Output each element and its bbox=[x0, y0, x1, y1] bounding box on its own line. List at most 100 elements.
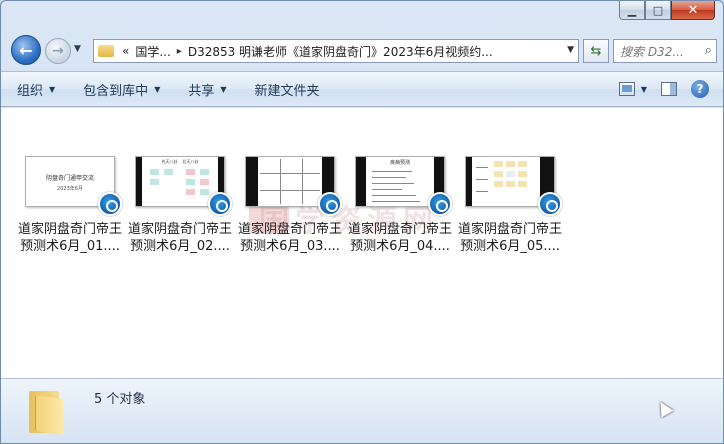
text-line bbox=[372, 201, 420, 202]
trigram-cell bbox=[186, 189, 195, 195]
chart-cell bbox=[518, 181, 527, 187]
command-bar: 组织 ▼ 包含到库中 ▼ 共享 ▼ 新建文件夹 ▼ ? bbox=[1, 71, 723, 107]
help-icon[interactable]: ? bbox=[691, 80, 709, 98]
grid-line bbox=[260, 190, 320, 191]
breadcrumb-item-guoxue[interactable]: 国学... bbox=[135, 43, 170, 60]
trigram-cell bbox=[164, 169, 173, 175]
trigram-cell bbox=[200, 189, 209, 195]
new-folder-button[interactable]: 新建文件夹 bbox=[255, 80, 320, 99]
maximize-button[interactable]: □ bbox=[645, 1, 671, 20]
text-line bbox=[372, 189, 402, 190]
trigram-cell bbox=[200, 169, 209, 175]
file-list-area[interactable]: 国学资源网 阴盘奇门通甲交流 2023年6月 道家阴盘奇门帝王 预测术6月_01… bbox=[1, 108, 723, 378]
search-placeholder: 搜索 D32... bbox=[620, 44, 684, 59]
file-name-line2: 预测术6月_02.... bbox=[130, 239, 230, 254]
refresh-button[interactable]: ⇆ bbox=[583, 39, 609, 63]
navigation-row: ← → ▼ « 国学... ▸ D32853 明谦老师《道家阴盘奇门》2023年… bbox=[9, 35, 717, 65]
chevron-down-icon: ▼ bbox=[49, 84, 56, 94]
trigram-cell bbox=[164, 179, 173, 185]
file-item[interactable]: 道家阴盘奇门帝王 预测术6月_03.... bbox=[235, 156, 345, 255]
share-label: 共享 bbox=[188, 83, 215, 99]
address-bar[interactable]: « 国学... ▸ D32853 明谦老师《道家阴盘奇门》2023年6月视频约.… bbox=[93, 39, 579, 63]
video-thumbnail bbox=[245, 156, 342, 216]
file-name: 道家阴盘奇门帝王 预测术6月_05.... bbox=[454, 221, 566, 255]
text-line bbox=[476, 191, 488, 192]
file-name-line1: 道家阴盘奇门帝王 bbox=[127, 222, 232, 237]
thumbnail-slide bbox=[258, 157, 322, 206]
text-line bbox=[372, 183, 414, 184]
chevron-down-icon: ▼ bbox=[220, 84, 227, 94]
file-name-line2: 预测术6月_01.... bbox=[20, 239, 120, 254]
video-player-icon bbox=[98, 192, 122, 216]
folder-front bbox=[35, 395, 63, 435]
thumbnail-slide bbox=[472, 157, 540, 206]
file-item[interactable]: 道家阴盘奇门帝王 预测术6月_05.... bbox=[455, 156, 565, 255]
chart-cell bbox=[506, 171, 515, 177]
preview-pane-icon[interactable] bbox=[661, 82, 677, 96]
folder-icon bbox=[29, 387, 69, 435]
caption-buttons: ▁ □ ✕ bbox=[619, 1, 715, 20]
address-dropdown-icon[interactable]: ▼ bbox=[567, 45, 574, 55]
file-item[interactable]: 先天八卦 后天八卦 道家阴盘奇门帝王 预测术6月_02.... bbox=[125, 156, 235, 255]
breadcrumb-item-current[interactable]: D32853 明谦老师《道家阴盘奇门》2023年6月视频约... bbox=[188, 43, 493, 60]
text-line bbox=[476, 179, 488, 180]
chart-cell bbox=[494, 181, 503, 187]
close-button[interactable]: ✕ bbox=[671, 1, 715, 20]
file-name-line1: 道家阴盘奇门帝王 bbox=[17, 222, 122, 237]
trigram-cell bbox=[164, 189, 173, 195]
forward-button[interactable]: → bbox=[45, 38, 71, 64]
organize-label: 组织 bbox=[17, 83, 44, 99]
minimize-button[interactable]: ▁ bbox=[619, 1, 645, 20]
folder-icon bbox=[98, 45, 114, 57]
file-name-line1: 道家阴盘奇门帝王 bbox=[237, 222, 342, 237]
grid-line bbox=[302, 159, 303, 204]
chart-cell bbox=[494, 161, 503, 167]
chart-cell bbox=[518, 171, 527, 177]
file-name-line2: 预测术6月_04.... bbox=[350, 239, 450, 254]
video-player-icon bbox=[318, 192, 342, 216]
grid-line bbox=[280, 159, 281, 204]
recent-pages-dropdown[interactable]: ▼ bbox=[74, 44, 81, 54]
file-grid: 阴盘奇门通甲交流 2023年6月 道家阴盘奇门帝王 预测术6月_01.... 先… bbox=[15, 156, 565, 255]
video-thumbnail bbox=[465, 156, 562, 216]
item-count: 5 个对象 bbox=[94, 392, 146, 407]
file-item[interactable]: 疾病预测 道家阴盘奇门帝王 预测术6月_04.... bbox=[345, 156, 455, 255]
chart-cell bbox=[506, 161, 515, 167]
breadcrumb-separator-icon[interactable]: ▸ bbox=[177, 46, 182, 57]
change-view-icon[interactable] bbox=[618, 82, 635, 96]
thumbnail-subtitle: 2023年6月 bbox=[57, 186, 83, 192]
trigram-cell bbox=[186, 179, 195, 185]
search-input[interactable]: 搜索 D32... ⌕ bbox=[613, 39, 717, 63]
view-controls: ▼ ? bbox=[618, 80, 709, 98]
file-item[interactable]: 阴盘奇门通甲交流 2023年6月 道家阴盘奇门帝王 预测术6月_01.... bbox=[15, 156, 125, 255]
search-icon[interactable]: ⌕ bbox=[705, 43, 712, 58]
text-line bbox=[372, 171, 412, 172]
organize-menu[interactable]: 组织 ▼ bbox=[17, 80, 55, 99]
include-in-library-menu[interactable]: 包含到库中 ▼ bbox=[83, 80, 160, 99]
text-line bbox=[476, 167, 488, 168]
share-menu[interactable]: 共享 ▼ bbox=[188, 80, 226, 99]
video-player-icon bbox=[538, 192, 562, 216]
trigram-cell bbox=[150, 189, 159, 195]
trigram-cell bbox=[150, 179, 159, 185]
trigram-cell bbox=[150, 169, 159, 175]
grid-line bbox=[260, 173, 320, 174]
video-thumbnail: 先天八卦 后天八卦 bbox=[135, 156, 232, 216]
thumbnail-title: 先天八卦 后天八卦 bbox=[161, 159, 199, 164]
mouse-cursor-icon bbox=[654, 398, 674, 418]
thumbnail-slide: 先天八卦 后天八卦 bbox=[142, 157, 218, 206]
trigram-cell bbox=[186, 169, 195, 175]
trigram-cell bbox=[200, 179, 209, 185]
video-thumbnail: 阴盘奇门通甲交流 2023年6月 bbox=[25, 156, 122, 216]
new-folder-label: 新建文件夹 bbox=[254, 83, 320, 99]
file-name-line1: 道家阴盘奇门帝王 bbox=[457, 222, 562, 237]
file-name: 道家阴盘奇门帝王 预测术6月_02.... bbox=[124, 221, 236, 255]
file-name-line1: 道家阴盘奇门帝王 bbox=[347, 222, 452, 237]
breadcrumb-overflow[interactable]: « bbox=[122, 44, 129, 58]
back-button[interactable]: ← bbox=[11, 35, 41, 65]
chart-cell bbox=[494, 171, 503, 177]
chart-cell bbox=[518, 161, 527, 167]
view-options-dropdown[interactable]: ▼ bbox=[641, 85, 647, 94]
file-name: 道家阴盘奇门帝王 预测术6月_01.... bbox=[14, 221, 126, 255]
file-name-line2: 预测术6月_03.... bbox=[240, 239, 340, 254]
